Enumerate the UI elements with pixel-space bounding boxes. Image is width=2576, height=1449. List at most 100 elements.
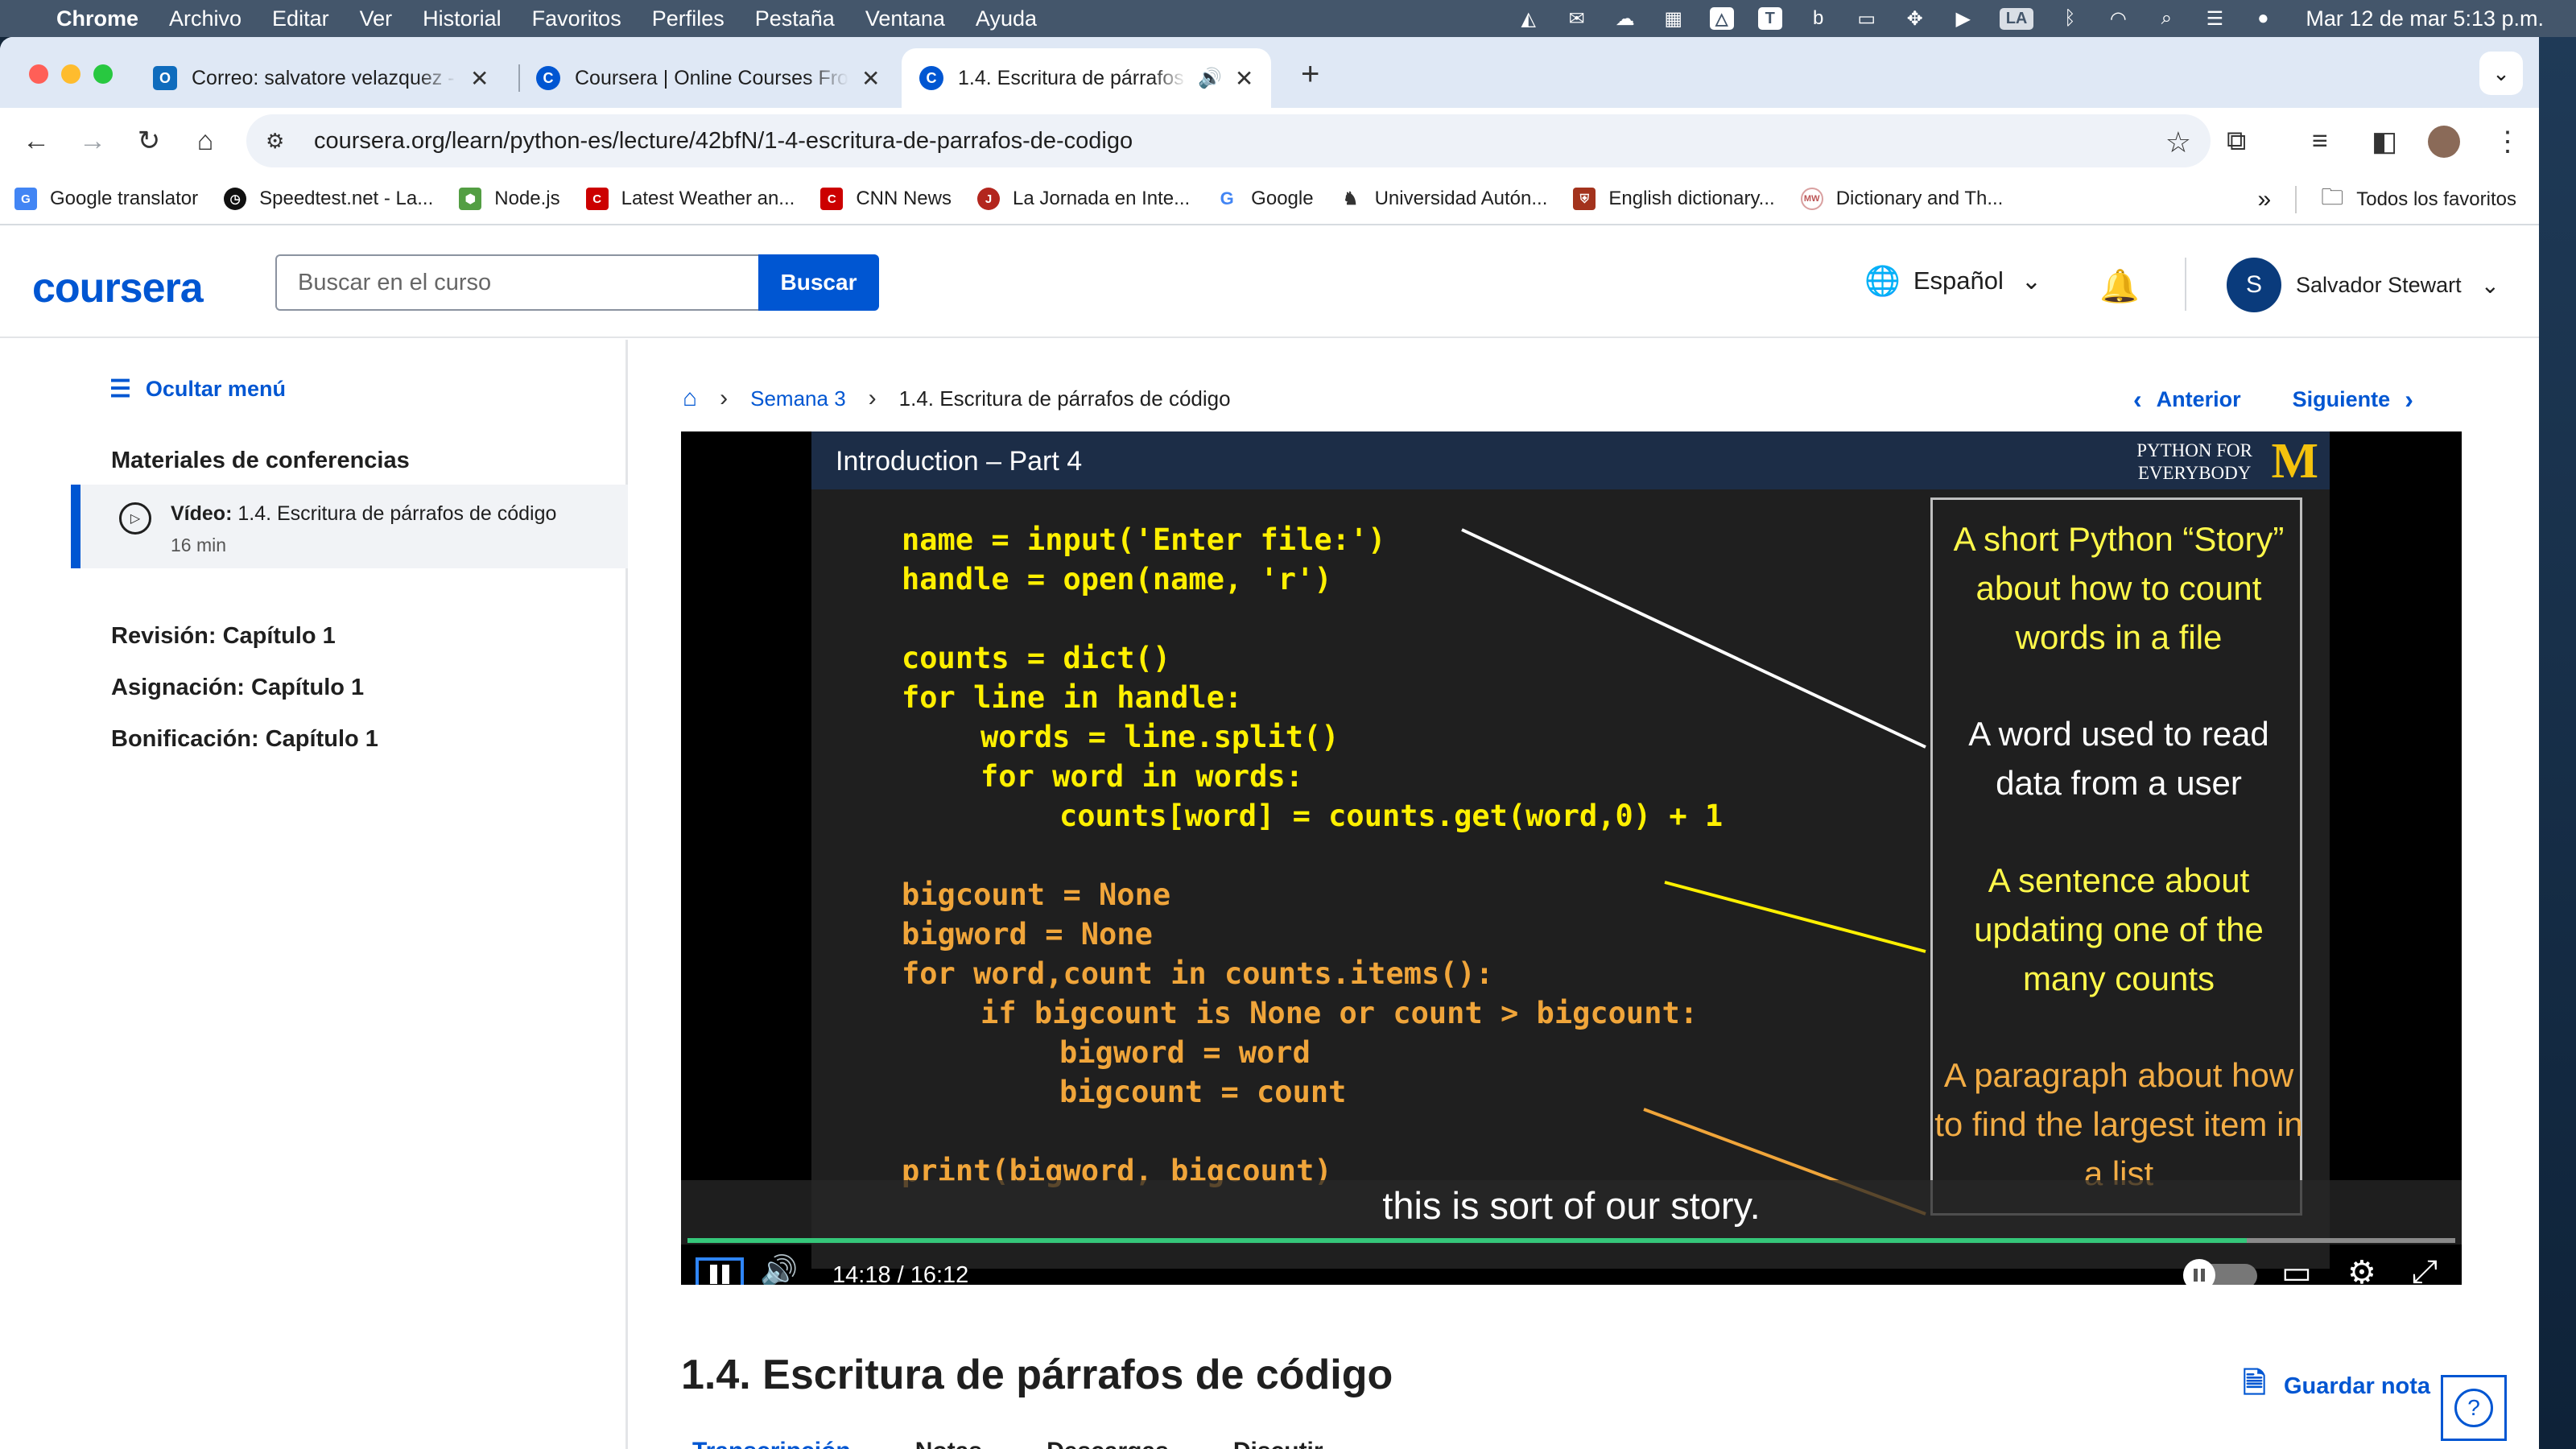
more-bookmarks-chevron-icon[interactable]: » [2258, 186, 2272, 213]
zoom-window-button[interactable] [93, 64, 113, 84]
pause-button[interactable] [696, 1257, 744, 1285]
hide-menu-button[interactable]: ☰ Ocultar menú [109, 375, 286, 403]
extensions-puzzle-icon[interactable]: ⧉ [2227, 126, 2246, 157]
bookmark-nodejs[interactable]: ⬢ Node.js [459, 188, 560, 210]
drive-icon[interactable]: △ [1709, 7, 1734, 30]
menu-ayuda[interactable]: Ayuda [976, 6, 1037, 31]
captions-icon[interactable]: ▭ [2281, 1254, 2312, 1285]
wifi-icon[interactable]: ◠ [2106, 6, 2130, 31]
mail-status-icon[interactable]: ✉ [1565, 6, 1589, 31]
back-arrow-icon[interactable]: ← [16, 121, 56, 161]
fullscreen-icon[interactable]: ⤢ [2412, 1254, 2438, 1285]
new-tab-button[interactable]: + [1301, 56, 1319, 93]
tab-discutir[interactable]: Discutir [1233, 1438, 1323, 1449]
coursera-logo[interactable]: coursera [32, 264, 204, 312]
chevron-right-icon[interactable]: › [2405, 385, 2413, 415]
play-circle-icon[interactable]: ▶ [1951, 6, 1975, 31]
menu-pestana[interactable]: Pestaña [755, 6, 835, 31]
cloud-sync-icon[interactable]: ☁ [1613, 6, 1637, 31]
current-item-title: Vídeo: 1.4. Escritura de párrafos de cód… [171, 502, 556, 526]
forward-arrow-icon[interactable]: → [72, 121, 113, 161]
dropbox-icon[interactable]: ✥ [1903, 6, 1927, 31]
bookmark-weather[interactable]: C Latest Weather an... [585, 188, 795, 210]
all-bookmarks-folder[interactable]: 🗀 Todos los favoritos [2321, 180, 2516, 219]
menu-ver[interactable]: Ver [360, 6, 393, 31]
media-control-icon[interactable]: ≡ [2312, 126, 2328, 157]
tab-coursera-home[interactable]: C Coursera | Online Courses Fro ✕ [536, 48, 880, 108]
annotation-line-yellow [1664, 881, 1926, 953]
tab-current-lecture[interactable]: C 1.4. Escritura de párrafos 🔊 ✕ [902, 48, 1272, 108]
tab-descargas[interactable]: Descargas [1046, 1438, 1169, 1449]
close-tab-icon[interactable]: ✕ [470, 65, 489, 92]
spotlight-search-icon[interactable]: ⌕ [2154, 6, 2178, 31]
menu-app-name[interactable]: Chrome [56, 6, 138, 31]
site-info-icon[interactable]: ⚙ [266, 129, 298, 154]
home-icon[interactable]: ⌂ [683, 385, 697, 412]
bookmark-google-translator[interactable]: G Google translator [14, 188, 198, 210]
menu-editar[interactable]: Editar [272, 6, 329, 31]
search-button[interactable]: Buscar [758, 254, 879, 311]
menu-perfiles[interactable]: Perfiles [652, 6, 724, 31]
side-panel-icon[interactable]: ◧ [2372, 126, 2397, 158]
menu-archivo[interactable]: Archivo [169, 6, 242, 31]
tab-transcripcion[interactable]: Transcripción [692, 1438, 851, 1449]
user-menu[interactable]: S Salvador Stewart ⌄ [2227, 258, 2500, 312]
menu-clock[interactable]: Mar 12 de mar 5:13 p.m. [2306, 6, 2544, 31]
autoplay-toggle[interactable] [2183, 1259, 2257, 1285]
bookmark-dictionary-thesaurus[interactable]: MW Dictionary and Th... [1800, 188, 2003, 210]
bookmark-la-jornada[interactable]: J La Jornada en Inte... [977, 188, 1190, 210]
reload-icon[interactable]: ↻ [129, 121, 169, 161]
save-note-button[interactable]: 🗎 Guardar nota [2243, 1362, 2430, 1411]
input-language-badge[interactable]: LA [1999, 7, 2034, 30]
address-bar[interactable]: ⚙ coursera.org/learn/python-es/lecture/4… [246, 114, 2211, 167]
tab-audio-icon[interactable]: 🔊 [1198, 67, 1222, 90]
b-app-icon[interactable]: b [1806, 6, 1831, 31]
tab-outlook-mail[interactable]: O Correo: salvatore velazquez - ✕ [153, 48, 489, 108]
close-tab-icon[interactable]: ✕ [861, 65, 880, 92]
menu-favoritos[interactable]: Favoritos [532, 6, 621, 31]
sidebar-item-bonificacion[interactable]: Bonificación: Capítulo 1 [111, 726, 378, 753]
bookmark-english-dictionary[interactable]: ⛨ English dictionary... [1573, 188, 1775, 210]
bookmark-star-icon[interactable]: ☆ [2165, 126, 2191, 159]
chevron-left-icon[interactable]: ‹ [2133, 385, 2142, 415]
control-center-icon[interactable]: ☰ [2202, 6, 2227, 31]
close-tab-icon[interactable]: ✕ [1235, 65, 1253, 92]
menu-ventana[interactable]: Ventana [865, 6, 945, 31]
help-button[interactable]: ? [2441, 1375, 2507, 1441]
language-selector[interactable]: 🌐 Español ⌄ [1864, 264, 2041, 298]
tab-notas[interactable]: Notas [915, 1438, 982, 1449]
course-search-input[interactable] [275, 254, 758, 311]
chrome-menu-icon[interactable]: ⋮ [2494, 126, 2521, 158]
sidebar-item-asignacion[interactable]: Asignación: Capítulo 1 [111, 675, 364, 701]
bookmark-universidad[interactable]: ♞ Universidad Autón... [1339, 188, 1547, 210]
vpn-icon[interactable]: ◭ [1517, 6, 1541, 31]
settings-gear-icon[interactable]: ⚙ [2347, 1254, 2376, 1285]
bookmark-google[interactable]: G Google [1216, 188, 1314, 210]
video-progress-bar[interactable] [687, 1238, 2455, 1243]
bookmark-cnn-news[interactable]: C CNN News [820, 188, 952, 210]
tab-search-chevron-icon[interactable]: ⌄ [2479, 52, 2523, 95]
home-icon[interactable]: ⌂ [185, 121, 225, 161]
url-text[interactable]: coursera.org/learn/python-es/lecture/42b… [314, 128, 1133, 155]
browser-window: O Correo: salvatore velazquez - ✕ C Cour… [0, 37, 2539, 1449]
screen-share-icon[interactable]: ▭ [1855, 6, 1879, 31]
notifications-bell-icon[interactable]: 🔔 [2099, 267, 2140, 305]
sidebar-item-revision[interactable]: Revisión: Capítulo 1 [111, 623, 336, 650]
breadcrumb-week[interactable]: Semana 3 [750, 386, 846, 411]
close-window-button[interactable] [29, 64, 48, 84]
minimize-window-button[interactable] [61, 64, 80, 84]
volume-icon[interactable]: 🔊 [760, 1254, 798, 1285]
bookmark-label: Node.js [494, 188, 560, 209]
bookmark-speedtest[interactable]: ◷ Speedtest.net - La... [224, 188, 433, 210]
previous-button[interactable]: Anterior [2157, 387, 2241, 412]
sidebar-item-current-video[interactable]: ▷ Vídeo: 1.4. Escritura de párrafos de c… [71, 485, 628, 568]
bluetooth-icon[interactable]: ᛒ [2058, 6, 2082, 31]
profile-avatar[interactable] [2428, 126, 2460, 158]
pause-icon [2194, 1269, 2198, 1282]
menu-historial[interactable]: Historial [423, 6, 502, 31]
siri-icon[interactable]: ● [2251, 6, 2275, 31]
next-button[interactable]: Siguiente [2293, 387, 2391, 412]
text-tool-icon[interactable]: T [1757, 7, 1782, 30]
video-player[interactable]: Introduction – Part 4 PYTHON FOR EVERYBO… [681, 431, 2462, 1285]
calendar-badge-icon[interactable]: ▦ [1662, 6, 1686, 31]
